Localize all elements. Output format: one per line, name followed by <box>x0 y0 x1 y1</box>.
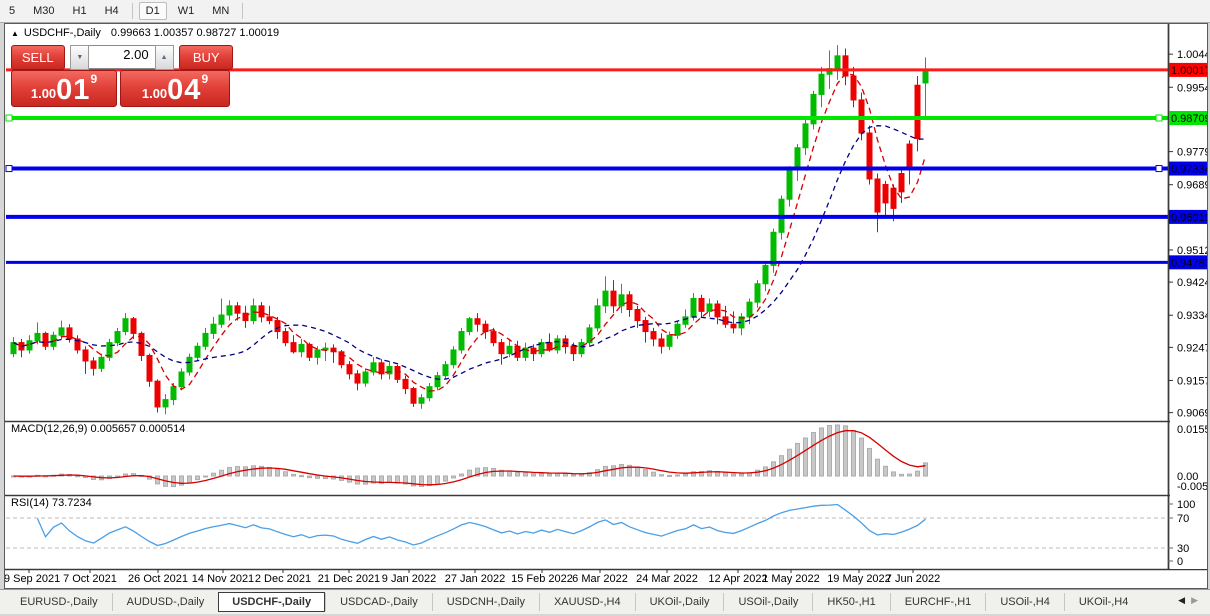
svg-text:0: 0 <box>1177 556 1183 568</box>
svg-text:26 Oct 2021: 26 Oct 2021 <box>128 573 188 585</box>
volume-decrease-button[interactable]: ▼ <box>70 45 90 70</box>
chart-window: 1.00445 0.99545 0.97795 0.96895 0.95120 0.942… <box>4 23 1208 589</box>
svg-text:0.97795: 0.97795 <box>1177 147 1207 159</box>
svg-text:9 Jan 2022: 9 Jan 2022 <box>382 573 436 585</box>
svg-text:0.96895: 0.96895 <box>1177 180 1207 192</box>
svg-text:15 Feb 2022: 15 Feb 2022 <box>511 573 573 585</box>
svg-text:0.99545: 0.99545 <box>1177 82 1207 94</box>
tab-scroll-arrows: ◀▶ <box>1178 595 1204 606</box>
sell-price-prefix: 1.00 <box>30 86 57 101</box>
chart-tab[interactable]: AUDUSD-,Daily <box>111 593 219 611</box>
svg-text:19 May 2022: 19 May 2022 <box>827 573 891 585</box>
sell-price-pips: 01 <box>56 74 91 106</box>
chart-ohlc-values: 0.99663 1.00357 0.98727 1.00019 <box>110 27 280 39</box>
timeframe-button-w1[interactable]: W1 <box>171 2 202 20</box>
svg-text:1.00017: 1.00017 <box>1171 65 1207 77</box>
collapse-icon[interactable]: ▲ <box>11 29 19 38</box>
buy-price-pips: 04 <box>167 74 202 106</box>
buy-button[interactable]: BUY <box>179 45 233 70</box>
svg-text:14 Nov 2021: 14 Nov 2021 <box>192 573 254 585</box>
svg-text:0.92470: 0.92470 <box>1177 342 1207 354</box>
chart-tab[interactable]: USDCNH-,Daily <box>431 593 539 611</box>
svg-text:7 Oct 2021: 7 Oct 2021 <box>63 573 117 585</box>
svg-text:0.91570: 0.91570 <box>1177 375 1207 387</box>
timeframe-button-h4[interactable]: H4 <box>98 2 126 20</box>
price-chart: 1.00445 0.99545 0.97795 0.96895 0.95120 0.942… <box>5 24 1207 588</box>
chart-tab[interactable]: EURUSD-,Daily <box>6 593 112 611</box>
svg-text:0.94783: 0.94783 <box>1171 257 1207 269</box>
svg-text:30: 30 <box>1177 543 1189 555</box>
timeframe-button-5[interactable]: 5 <box>2 2 22 20</box>
svg-text:7 Jun 2022: 7 Jun 2022 <box>886 573 940 585</box>
svg-text:0.90695: 0.90695 <box>1177 408 1207 420</box>
svg-text:24 Mar 2022: 24 Mar 2022 <box>636 573 698 585</box>
volume-input[interactable]: 2.00 <box>89 45 155 69</box>
timeframe-button-mn[interactable]: MN <box>205 2 236 20</box>
rsi-label: RSI(14) 73.7234 <box>11 497 92 509</box>
buy-price-display[interactable]: 1.00 04 9 <box>120 70 230 107</box>
svg-text:1 May 2022: 1 May 2022 <box>762 573 819 585</box>
svg-text:0.95120: 0.95120 <box>1177 245 1207 257</box>
timeframe-button-m30[interactable]: M30 <box>26 2 61 20</box>
chart-title: ▲ USDCHF-,Daily 0.99663 1.00357 0.98727 1.… <box>11 27 279 39</box>
chart-tab[interactable]: UKOil-,Daily <box>634 593 724 611</box>
line-handle[interactable] <box>5 114 13 122</box>
svg-text:0.94245: 0.94245 <box>1177 277 1207 289</box>
tab-scroll-right-icon[interactable]: ▶ <box>1191 595 1204 605</box>
svg-text:2 Dec 2021: 2 Dec 2021 <box>255 573 311 585</box>
sell-button[interactable]: SELL <box>11 45 65 70</box>
chart-tab[interactable]: USOil-,Daily <box>723 593 812 611</box>
svg-text:0.93345: 0.93345 <box>1177 310 1207 322</box>
svg-text:0.96019: 0.96019 <box>1171 212 1207 224</box>
chart-tab[interactable]: USDCHF-,Daily <box>218 592 326 612</box>
volume-increase-button[interactable]: ▲ <box>154 45 174 70</box>
timeframe-button-h1[interactable]: H1 <box>66 2 94 20</box>
svg-text:21 Dec 2021: 21 Dec 2021 <box>318 573 380 585</box>
chart-tab[interactable]: EURCHF-,H1 <box>889 593 986 611</box>
svg-text:1.00445: 1.00445 <box>1177 49 1207 61</box>
line-handle[interactable] <box>1155 165 1163 173</box>
chart-tab[interactable]: XAUUSD-,H4 <box>538 593 635 611</box>
chart-tab[interactable]: HK50-,H1 <box>812 593 889 611</box>
tab-scroll-left-icon[interactable]: ◀ <box>1178 595 1191 605</box>
line-handle[interactable] <box>5 165 13 173</box>
sell-price-display[interactable]: 1.00 01 9 <box>11 70 117 107</box>
line-handle[interactable] <box>1155 114 1163 122</box>
chart-tab[interactable]: UKOil-,H4 <box>1063 593 1143 611</box>
svg-text:0.01555: 0.01555 <box>1177 424 1207 436</box>
svg-text:0.97334: 0.97334 <box>1171 164 1207 176</box>
buy-price-prefix: 1.00 <box>141 86 168 101</box>
timeframe-button-d1[interactable]: D1 <box>138 2 167 20</box>
chart-tab[interactable]: USDCAD-,Daily <box>325 593 432 611</box>
svg-text:100: 100 <box>1177 499 1195 511</box>
svg-text:12 Apr 2022: 12 Apr 2022 <box>708 573 767 585</box>
svg-text:19 Sep 2021: 19 Sep 2021 <box>5 573 60 585</box>
sell-price-point: 9 <box>90 72 98 86</box>
svg-text:-0.005075: -0.005075 <box>1177 481 1207 493</box>
chart-tab[interactable]: USOil-,H4 <box>985 593 1064 611</box>
macd-label: MACD(12,26,9) 0.005657 0.000514 <box>11 423 186 435</box>
svg-text:27 Jan 2022: 27 Jan 2022 <box>445 573 506 585</box>
svg-text:0.98709: 0.98709 <box>1171 113 1207 125</box>
svg-text:70: 70 <box>1177 513 1189 525</box>
chart-symbol-label: USDCHF-,Daily <box>23 27 101 39</box>
timeframe-toolbar: 5 M30 H1 H4 D1 W1 MN <box>0 0 1210 23</box>
buy-price-point: 9 <box>201 72 209 86</box>
chart-tab-bar: EURUSD-,Daily AUDUSD-,Daily USDCHF-,Daily U… <box>0 589 1210 614</box>
one-click-trade-panel: SELL ▼ 2.00 ▲ BUY 1.00 01 9 1.00 04 9 <box>11 45 233 107</box>
svg-text:6 Mar 2022: 6 Mar 2022 <box>572 573 628 585</box>
